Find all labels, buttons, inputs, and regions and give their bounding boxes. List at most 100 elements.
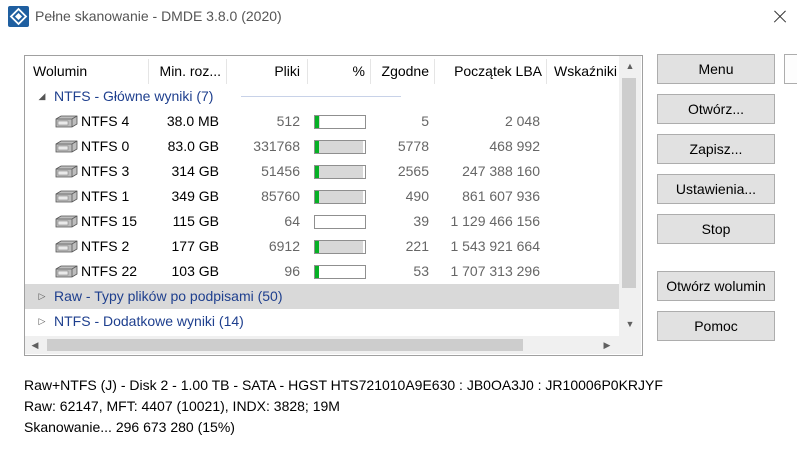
vertical-scroll-thumb[interactable] xyxy=(622,78,636,288)
expand-triangle-icon[interactable]: ▷ xyxy=(36,315,48,327)
column-header-volume[interactable]: Wolumin xyxy=(33,56,143,87)
vertical-scrollbar[interactable]: ▲ ▼ xyxy=(619,56,641,336)
volume-size: 349 GB xyxy=(171,188,219,204)
volume-files: 331768 xyxy=(253,138,300,154)
progress-fill-gray xyxy=(315,141,363,153)
group-separator-line xyxy=(241,96,401,97)
volume-size: 38.0 MB xyxy=(166,113,219,129)
progress-fill-gray xyxy=(315,166,363,178)
volume-name: NTFS 2 xyxy=(81,238,130,254)
progress-fill xyxy=(315,191,319,203)
status-scan-counts: Raw: 62147, MFT: 4407 (10021), INDX: 382… xyxy=(24,398,340,414)
collapse-triangle-icon[interactable]: ◢ xyxy=(36,90,48,102)
volume-size: 103 GB xyxy=(171,263,219,279)
column-header-matching[interactable]: Zgodne xyxy=(371,56,429,87)
hard-disk-icon xyxy=(55,190,78,203)
volume-size: 177 GB xyxy=(171,238,219,254)
volume-files: 96 xyxy=(284,263,300,279)
hard-disk-icon xyxy=(55,215,78,228)
volume-name: NTFS 1 xyxy=(81,188,130,204)
progress-fill xyxy=(315,141,319,153)
hard-disk-icon xyxy=(55,265,78,278)
volume-matching: 5 xyxy=(421,113,429,129)
column-header-start-lba[interactable]: Początek LBA xyxy=(435,56,542,87)
volume-start-lba: 1 543 921 664 xyxy=(450,238,540,254)
volume-progress-bar xyxy=(314,265,366,279)
volume-progress-bar xyxy=(314,240,366,254)
help-button[interactable]: Pomoc xyxy=(657,311,775,341)
group-row-ntfs-main[interactable]: ◢ NTFS - Główne wyniki (7) xyxy=(25,84,619,109)
volume-row[interactable]: NTFS 4 38.0 MB 512 5 2 048 xyxy=(25,109,619,134)
expand-triangle-icon[interactable]: ▷ xyxy=(36,290,48,302)
partial-button-edge[interactable] xyxy=(784,54,797,84)
volume-name: NTFS 15 xyxy=(81,213,138,229)
volume-matching: 5778 xyxy=(397,138,429,154)
settings-button[interactable]: Ustawienia... xyxy=(657,174,775,204)
horizontal-scrollbar[interactable]: ◀ ▶ xyxy=(25,336,619,354)
hard-disk-icon xyxy=(55,140,78,153)
status-scan-progress: Skanowanie... 296 673 280 (15%) xyxy=(24,419,235,435)
column-header-files[interactable]: Pliki xyxy=(227,56,300,87)
progress-fill xyxy=(315,266,319,278)
menu-button[interactable]: Menu xyxy=(657,54,775,84)
volume-matching: 39 xyxy=(413,213,429,229)
save-button[interactable]: Zapisz... xyxy=(657,134,775,164)
volume-row[interactable]: NTFS 0 83.0 GB 331768 5778 468 992 xyxy=(25,134,619,159)
volume-files: 51456 xyxy=(261,163,300,179)
column-header-min-size[interactable]: Min. roz... xyxy=(149,56,221,87)
volume-matching: 490 xyxy=(405,188,429,204)
volume-start-lba: 2 048 xyxy=(504,113,540,129)
volume-files: 64 xyxy=(284,213,300,229)
volume-progress-bar xyxy=(314,165,366,179)
scrollbar-corner xyxy=(619,336,641,354)
open-button[interactable]: Otwórz... xyxy=(657,94,775,124)
progress-fill-gray xyxy=(315,241,363,253)
volume-row[interactable]: NTFS 22 103 GB 96 53 1 707 313 296 xyxy=(25,259,619,284)
close-icon[interactable] xyxy=(766,4,794,30)
list-header: Wolumin Min. roz... Pliki % Zgodne Począ… xyxy=(25,56,619,87)
progress-fill xyxy=(315,241,319,253)
volume-name: NTFS 0 xyxy=(81,138,130,154)
horizontal-scroll-thumb[interactable] xyxy=(47,339,523,351)
column-header-percent[interactable]: % xyxy=(308,56,365,87)
dmde-app-icon xyxy=(8,6,29,27)
stop-button[interactable]: Stop xyxy=(657,214,775,244)
volume-name: NTFS 22 xyxy=(81,263,138,279)
scroll-right-arrow-icon[interactable]: ▶ xyxy=(597,336,617,354)
volume-start-lba: 1 707 313 296 xyxy=(450,263,540,279)
volume-start-lba: 1 129 466 156 xyxy=(450,213,540,229)
volume-size: 115 GB xyxy=(172,213,219,229)
hard-disk-icon xyxy=(55,240,78,253)
volume-start-lba: 247 388 160 xyxy=(462,163,540,179)
volume-files: 512 xyxy=(276,113,300,129)
window-title: Pełne skanowanie - DMDE 3.8.0 (2020) xyxy=(35,8,282,24)
column-header-flags[interactable]: Wskaźniki xyxy=(554,56,618,87)
volume-start-lba: 468 992 xyxy=(489,138,540,154)
volume-progress-bar xyxy=(314,190,366,204)
progress-fill-gray xyxy=(315,191,363,203)
volume-row[interactable]: NTFS 2 177 GB 6912 221 1 543 921 664 xyxy=(25,234,619,259)
volume-name: NTFS 4 xyxy=(81,113,130,129)
volume-start-lba: 861 607 936 xyxy=(462,188,540,204)
volume-row[interactable]: NTFS 1 349 GB 85760 490 861 607 936 xyxy=(25,184,619,209)
volume-matching: 221 xyxy=(405,238,429,254)
scroll-up-arrow-icon[interactable]: ▲ xyxy=(619,56,641,76)
group-row-ntfs-additional[interactable]: ▷ NTFS - Dodatkowe wyniki (14) xyxy=(25,309,619,334)
volume-list[interactable]: Wolumin Min. roz... Pliki % Zgodne Począ… xyxy=(24,55,643,356)
volume-matching: 53 xyxy=(413,263,429,279)
group-label: NTFS - Dodatkowe wyniki (14) xyxy=(54,313,244,329)
progress-fill xyxy=(315,116,319,128)
volume-row[interactable]: NTFS 3 314 GB 51456 2565 247 388 160 xyxy=(25,159,619,184)
group-label: Raw - Typy plików po podpisami (50) xyxy=(54,288,283,304)
volume-files: 6912 xyxy=(268,238,300,254)
open-volume-button[interactable]: Otwórz wolumin xyxy=(657,271,775,301)
title-bar: Pełne skanowanie - DMDE 3.8.0 (2020) xyxy=(0,0,797,34)
status-disk-info: Raw+NTFS (J) - Disk 2 - 1.00 TB - SATA -… xyxy=(24,377,663,393)
volume-progress-bar xyxy=(314,215,366,229)
scroll-down-arrow-icon[interactable]: ▼ xyxy=(619,314,641,334)
hard-disk-icon xyxy=(55,115,78,128)
scroll-left-arrow-icon[interactable]: ◀ xyxy=(25,336,45,354)
group-row-raw-types[interactable]: ▷ Raw - Typy plików po podpisami (50) xyxy=(25,284,619,309)
volume-row[interactable]: NTFS 15 115 GB 64 39 1 129 466 156 xyxy=(25,209,619,234)
progress-fill xyxy=(315,166,319,178)
